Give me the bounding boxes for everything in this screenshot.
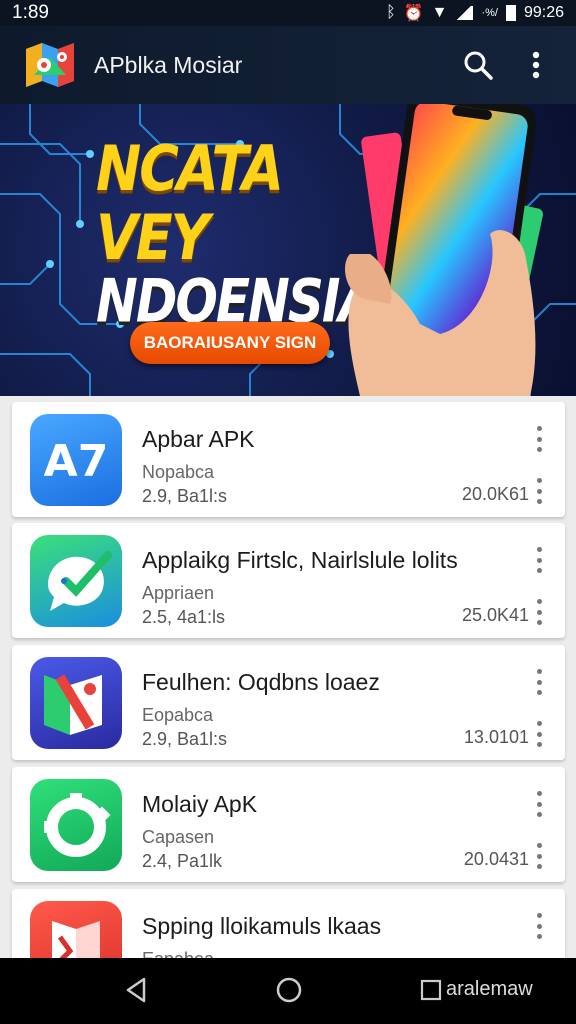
system-nav-bar: aralemaw (0, 958, 576, 1024)
search-icon (464, 51, 493, 80)
app-developer: Capasen (142, 827, 215, 847)
battery-icon (505, 5, 516, 21)
app-bar: APblka Mosiar (0, 26, 576, 104)
recents-button[interactable]: aralemaw (420, 978, 533, 1001)
banner-headline: NCATA VEY NDOENSIA (96, 134, 377, 335)
ap-letters-icon: A7 (30, 414, 122, 506)
app-meta: 2.5, 4a1:ls (142, 607, 226, 627)
more-vert-icon[interactable] (533, 547, 545, 573)
app-download-count: 20.0431 (463, 849, 529, 869)
home-circle-icon (276, 977, 302, 1003)
recents-square-icon (420, 979, 442, 1000)
list-item[interactable]: Spping lloikamuls lkaas Eapabea (12, 889, 565, 958)
gear-ring-icon (30, 779, 122, 871)
signal-icon (455, 6, 474, 20)
banner-headline-line1: NCATA VEY (96, 132, 284, 275)
search-button[interactable] (458, 45, 498, 85)
status-time: 1:89 (12, 2, 49, 23)
bluetooth-icon: ᛒ (386, 4, 396, 21)
app-name: Apbar APK (142, 426, 255, 452)
list-item[interactable]: Feulhen: Oqdbns loaez Eopabca 2.9, Ba1l:… (12, 645, 565, 760)
app-meta: 2.9, Ba1l:s (142, 486, 228, 506)
more-vert-icon[interactable] (533, 426, 545, 452)
app-title: APblka Mosiar (94, 51, 243, 78)
more-vert-icon[interactable] (533, 843, 545, 869)
more-vert-icon[interactable] (533, 599, 545, 625)
app-download-count: 25.0K41 (461, 605, 529, 625)
recents-label: aralemaw (446, 978, 533, 1000)
app-name: Molaiy ApK (142, 791, 258, 817)
more-vert-icon[interactable] (533, 721, 545, 747)
app-developer: Eopabca (142, 705, 214, 725)
wifi-icon: ▼ (431, 4, 448, 21)
svg-text:A7: A7 (44, 436, 109, 487)
list-item[interactable]: Applaikg Firtslc, Nairlslule lolits Appr… (12, 523, 565, 638)
list-item[interactable]: Molaiy ApK Capasen 2.4, Pa1lk 20.0431 (12, 767, 565, 882)
home-button[interactable] (275, 976, 303, 1009)
more-vert-icon[interactable] (533, 669, 545, 695)
app-meta: 2.9, Ba1l:s (142, 729, 228, 749)
promo-banner[interactable]: NCATA VEY NDOENSIA BAORAIUSANY SIGN (0, 104, 576, 396)
app-download-count: 13.0101 (463, 727, 529, 747)
map-fold-icon (30, 657, 122, 749)
battery-percent: ·%/ (481, 7, 498, 19)
hand-phone-illustration (345, 104, 544, 396)
chat-check-icon (30, 535, 122, 627)
list-item[interactable]: A7 Apbar APK Nopabca 2.9, Ba1l:s 20.0K61 (12, 402, 565, 517)
app-list: A7 Apbar APK Nopabca 2.9, Ba1l:s 20.0K61… (0, 396, 576, 958)
app-developer: Eapabea (142, 949, 214, 958)
banner-cta-button[interactable]: BAORAIUSANY SIGN (130, 322, 330, 364)
more-vert-icon[interactable] (533, 913, 545, 939)
map-pin-logo-icon (20, 35, 80, 95)
app-developer: Nopabca (142, 462, 215, 482)
app-download-count: 20.0K61 (461, 484, 529, 504)
more-vert-icon[interactable] (533, 791, 545, 817)
status-bar: 1:89 ᛒ ⏰ ▼ ·%/ 99:26 (0, 0, 576, 26)
more-vert-icon (532, 51, 540, 79)
more-vert-icon[interactable] (533, 478, 545, 504)
status-clock: 99:26 (523, 4, 564, 21)
app-name: Spping lloikamuls lkaas (142, 913, 382, 939)
app-name: Feulhen: Oqdbns loaez (142, 669, 380, 695)
app-name: Applaikg Firtslc, Nairlslule lolits (142, 547, 458, 573)
status-icons: ᛒ ⏰ ▼ ·%/ 99:26 (386, 3, 564, 23)
overflow-menu-button[interactable] (516, 45, 556, 85)
back-triangle-icon (126, 977, 146, 1003)
app-meta: 2.4, Pa1lk (142, 851, 223, 871)
shield-book-icon (30, 901, 122, 958)
app-developer: Appriaen (142, 583, 215, 603)
alarm-icon: ⏰ (403, 5, 424, 22)
back-button[interactable] (124, 976, 148, 1009)
